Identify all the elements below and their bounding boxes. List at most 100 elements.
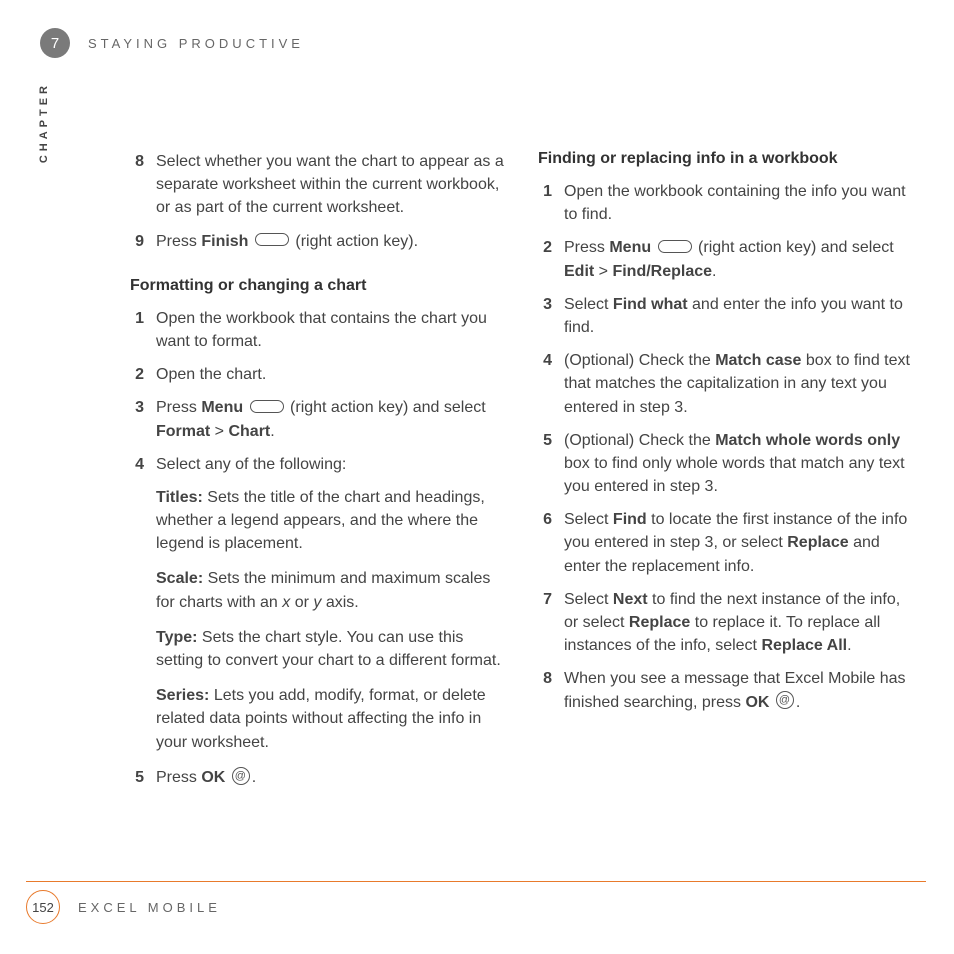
step-text: Select Find to locate the first instance… [564, 508, 914, 578]
step-b4: 4 (Optional) Check the Match case box to… [538, 349, 914, 419]
bold-text: Find what [613, 296, 688, 313]
chapter-number-badge: 7 [40, 28, 70, 58]
bold-text: Format [156, 423, 210, 440]
left-column: 8 Select whether you want the chart to a… [130, 150, 506, 799]
page-header: 7 STAYING PRODUCTIVE [40, 28, 914, 58]
step-number: 4 [130, 453, 144, 476]
section-heading: Formatting or changing a chart [130, 277, 506, 295]
footer-title: EXCEL MOBILE [78, 900, 221, 915]
step-number: 2 [538, 236, 552, 282]
softkey-icon [255, 233, 289, 246]
step-text: Open the workbook that contains the char… [156, 307, 506, 353]
definition-series: Series: Lets you add, modify, format, or… [156, 684, 506, 754]
step-b2: 2 Press Menu (right action key) and sele… [538, 236, 914, 282]
bold-text: Menu [609, 239, 651, 256]
step-number: 8 [538, 667, 552, 713]
bold-text: OK [201, 769, 225, 786]
step-text: Select Next to find the next instance of… [564, 588, 914, 658]
page-number-badge: 152 [26, 890, 60, 924]
ok-icon [232, 767, 250, 785]
step-b3: 3 Select Find what and enter the info yo… [538, 293, 914, 339]
step-text: Press Menu (right action key) and select… [156, 396, 506, 442]
page-footer: 152 EXCEL MOBILE [26, 890, 221, 924]
text: Select [564, 296, 613, 313]
step-text: (Optional) Check the Match case box to f… [564, 349, 914, 419]
bold-text: Type: [156, 629, 197, 646]
step-number: 9 [130, 230, 144, 253]
definition-titles: Titles: Sets the title of the chart and … [156, 486, 506, 556]
chapter-title: STAYING PRODUCTIVE [88, 36, 304, 51]
step-text: Open the workbook containing the info yo… [564, 180, 914, 226]
text: Sets the title of the chart and headings… [156, 489, 485, 552]
step-text: (Optional) Check the Match whole words o… [564, 429, 914, 499]
softkey-icon [250, 400, 284, 413]
text: Press [156, 233, 201, 250]
step-number: 5 [130, 766, 144, 789]
step-a2: 2 Open the chart. [130, 363, 506, 386]
bold-text: Menu [201, 399, 243, 416]
step-number: 7 [538, 588, 552, 658]
step-text: Select any of the following: [156, 453, 506, 476]
step-text: Press OK . [156, 766, 506, 789]
definition-scale: Scale: Sets the minimum and maximum scal… [156, 567, 506, 613]
text: (right action key) and select [290, 399, 486, 416]
text: (Optional) Check the [564, 352, 715, 369]
text: . [252, 769, 256, 786]
text: Select [564, 591, 613, 608]
step-a5: 5 Press OK . [130, 766, 506, 789]
definition-type: Type: Sets the chart style. You can use … [156, 626, 506, 672]
bold-text: Titles: [156, 489, 203, 506]
step-a3: 3 Press Menu (right action key) and sele… [130, 396, 506, 442]
text: Sets the chart style. You can use this s… [156, 629, 501, 669]
text: axis. [321, 594, 358, 611]
step-number: 3 [130, 396, 144, 442]
text: > [594, 263, 612, 280]
text: (right action key). [295, 233, 418, 250]
step-9: 9 Press Finish (right action key). [130, 230, 506, 253]
bold-text: Replace [787, 534, 848, 551]
text: . [270, 423, 274, 440]
text: or [290, 594, 313, 611]
step-text: Select Find what and enter the info you … [564, 293, 914, 339]
text: Press [156, 399, 201, 416]
bold-text: Edit [564, 263, 594, 280]
text: (right action key) and select [698, 239, 894, 256]
step-number: 1 [538, 180, 552, 226]
bold-text: Replace All [761, 637, 847, 654]
text: (Optional) Check the [564, 432, 715, 449]
bold-text: Scale: [156, 570, 203, 587]
bold-text: Finish [201, 233, 248, 250]
bold-text: Match whole words only [715, 432, 900, 449]
bold-text: Find [613, 511, 647, 528]
step-text: Open the chart. [156, 363, 506, 386]
step-b7: 7 Select Next to find the next instance … [538, 588, 914, 658]
text: box to find only whole words that match … [564, 455, 905, 495]
footer-divider [26, 881, 926, 882]
section-heading: Finding or replacing info in a workbook [538, 150, 914, 168]
bold-text: Chart [228, 423, 270, 440]
bold-text: OK [745, 694, 769, 711]
step-b1: 1 Open the workbook containing the info … [538, 180, 914, 226]
bold-text: Match case [715, 352, 801, 369]
bold-text: Series: [156, 687, 209, 704]
text: Press [156, 769, 201, 786]
content-columns: 8 Select whether you want the chart to a… [40, 58, 914, 799]
step-number: 5 [538, 429, 552, 499]
step-b5: 5 (Optional) Check the Match whole words… [538, 429, 914, 499]
step-text: When you see a message that Excel Mobile… [564, 667, 914, 713]
step-number: 4 [538, 349, 552, 419]
step-8: 8 Select whether you want the chart to a… [130, 150, 506, 220]
step-text: Select whether you want the chart to app… [156, 150, 506, 220]
step-a1: 1 Open the workbook that contains the ch… [130, 307, 506, 353]
bold-text: Find/Replace [612, 263, 712, 280]
step-b8: 8 When you see a message that Excel Mobi… [538, 667, 914, 713]
bold-text: Next [613, 591, 648, 608]
step-text: Press Finish (right action key). [156, 230, 506, 253]
text: > [210, 423, 228, 440]
step-number: 6 [538, 508, 552, 578]
step-number: 1 [130, 307, 144, 353]
step-text: Press Menu (right action key) and select… [564, 236, 914, 282]
right-column: Finding or replacing info in a workbook … [538, 150, 914, 799]
step-b6: 6 Select Find to locate the first instan… [538, 508, 914, 578]
text: Press [564, 239, 609, 256]
